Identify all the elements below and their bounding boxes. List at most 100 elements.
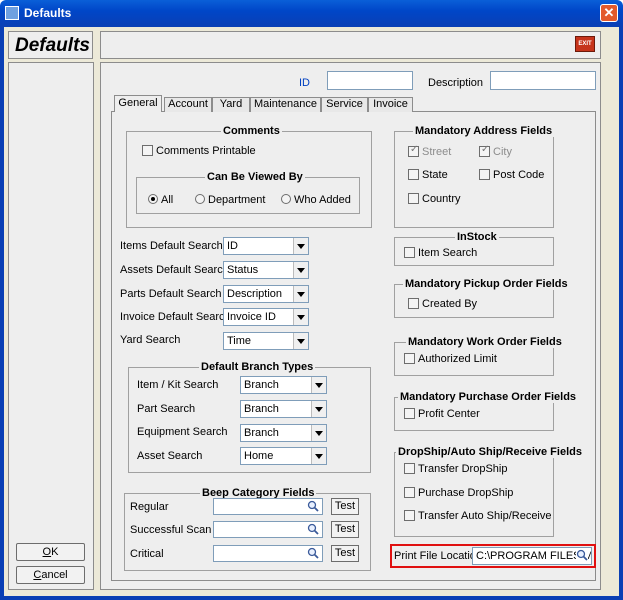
street-checkbox[interactable] (408, 144, 419, 157)
transfer-dropship-checkbox[interactable] (404, 463, 415, 474)
chevron-down-icon (293, 309, 308, 325)
part-search-label: Part Search (137, 403, 196, 415)
item-kit-search-label: Item / Kit Search (137, 379, 219, 391)
state-label: State (422, 169, 448, 181)
regular-input[interactable] (213, 498, 323, 515)
cancel-button[interactable]: Cancel (16, 566, 85, 584)
search-icon[interactable] (307, 523, 319, 535)
items-search-combo[interactable]: ID (223, 237, 309, 255)
chevron-down-icon (311, 401, 326, 417)
yard-search-label: Yard Search (120, 334, 181, 346)
asset-search-label: Asset Search (137, 450, 203, 462)
profit-center-checkbox[interactable] (404, 408, 415, 419)
equipment-search-label: Equipment Search (137, 426, 228, 438)
authorized-limit-label: Authorized Limit (418, 353, 497, 365)
successful-scan-test-button[interactable]: Test (331, 521, 359, 538)
comments-title: Comments (221, 125, 282, 137)
created-by-label: Created By (422, 298, 478, 310)
parts-search-label: Parts Default Search (120, 288, 222, 300)
item-search-label: Item Search (418, 247, 478, 259)
work-order-title: Mandatory Work Order Fields (406, 336, 564, 348)
search-icon[interactable] (576, 549, 588, 561)
transfer-auto-checkbox[interactable] (404, 510, 415, 521)
radio-all[interactable] (148, 194, 158, 204)
print-file-label: Print File Location (394, 550, 483, 562)
purchase-dropship-checkbox[interactable] (404, 487, 415, 498)
instock-title: InStock (455, 231, 499, 243)
successful-scan-label: Successful Scan (130, 524, 212, 536)
assets-search-combo[interactable]: Status (223, 261, 309, 279)
parts-search-combo[interactable]: Description (223, 285, 309, 303)
tab-account[interactable]: Account (164, 97, 212, 112)
country-checkbox[interactable] (408, 193, 419, 204)
chevron-down-icon (311, 425, 326, 441)
radio-department-label: Department (208, 194, 266, 206)
post-code-checkbox[interactable] (479, 169, 490, 180)
tab-general[interactable]: General (114, 95, 162, 112)
id-input[interactable] (327, 71, 413, 90)
comments-printable-checkbox[interactable] (142, 145, 153, 156)
page-title: Defaults (15, 35, 90, 56)
description-input[interactable] (490, 71, 596, 90)
print-file-input[interactable]: C:\PROGRAM FILES\MA (472, 547, 592, 565)
city-checkbox[interactable] (479, 144, 490, 157)
street-label: Street (422, 146, 452, 158)
tab-maintenance[interactable]: Maintenance (250, 97, 321, 112)
search-icon[interactable] (307, 547, 319, 559)
print-file-value: C:\PROGRAM FILES\MA (476, 550, 592, 562)
transfer-dropship-label: Transfer DropShip (418, 463, 508, 475)
search-icon[interactable] (307, 500, 319, 512)
chevron-down-icon (293, 238, 308, 254)
item-search-checkbox[interactable] (404, 247, 415, 258)
chevron-down-icon (293, 333, 308, 349)
title-panel: Defaults (8, 31, 93, 59)
window-title: Defaults (24, 6, 72, 20)
close-button[interactable]: ✕ (600, 4, 618, 22)
regular-test-button[interactable]: Test (331, 498, 359, 515)
comments-printable-label: Comments Printable (156, 145, 256, 157)
post-code-label: Post Code (493, 169, 545, 181)
id-label: ID (299, 77, 310, 89)
tab-invoice[interactable]: Invoice (368, 97, 413, 112)
item-kit-search-combo[interactable]: Branch (240, 376, 327, 394)
radio-who-added[interactable] (281, 194, 291, 204)
chevron-down-icon (311, 377, 326, 393)
tab-service[interactable]: Service (321, 97, 368, 112)
ok-button[interactable]: OK (16, 543, 85, 561)
radio-department[interactable] (195, 194, 205, 204)
purchase-order-title: Mandatory Purchase Order Fields (398, 391, 579, 403)
state-checkbox[interactable] (408, 169, 419, 180)
authorized-limit-checkbox[interactable] (404, 353, 415, 364)
profit-center-label: Profit Center (418, 408, 480, 420)
mandatory-address-title: Mandatory Address Fields (413, 125, 555, 137)
city-label: City (493, 146, 512, 158)
pickup-title: Mandatory Pickup Order Fields (403, 278, 570, 290)
radio-all-label: All (161, 194, 174, 206)
exit-icon[interactable]: EXIT (575, 36, 595, 52)
transfer-auto-label: Transfer Auto Ship/Receive (418, 510, 552, 522)
description-label: Description (428, 77, 484, 89)
critical-label: Critical (130, 548, 164, 560)
toolbar-panel (100, 31, 601, 59)
critical-test-button[interactable]: Test (331, 545, 359, 562)
dropship-title: DropShip/Auto Ship/Receive Fields (396, 446, 584, 458)
equipment-search-combo[interactable]: Branch (240, 424, 327, 442)
title-bar (0, 0, 623, 27)
invoice-search-label: Invoice Default Search (120, 311, 231, 323)
app-icon (5, 6, 19, 20)
sidebar (8, 62, 94, 590)
invoice-search-combo[interactable]: Invoice ID (223, 308, 309, 326)
chevron-down-icon (293, 286, 308, 302)
country-label: Country (422, 193, 461, 205)
viewed-by-title: Can Be Viewed By (205, 171, 305, 183)
critical-input[interactable] (213, 545, 323, 562)
branch-types-title: Default Branch Types (199, 361, 316, 373)
regular-label: Regular (130, 501, 169, 513)
yard-search-combo[interactable]: Time (223, 332, 309, 350)
asset-search-combo[interactable]: Home (240, 447, 327, 465)
part-search-combo[interactable]: Branch (240, 400, 327, 418)
created-by-checkbox[interactable] (408, 298, 419, 309)
tab-yard[interactable]: Yard (212, 97, 250, 112)
radio-who-added-label: Who Added (294, 194, 351, 206)
successful-scan-input[interactable] (213, 521, 323, 538)
